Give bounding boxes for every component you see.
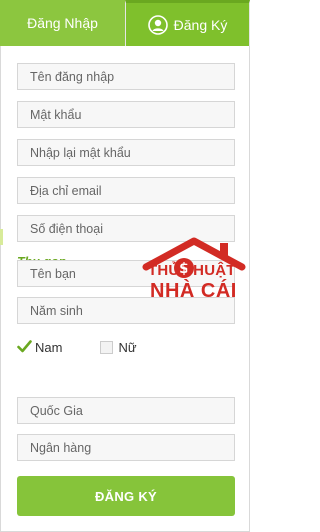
register-button[interactable]: ĐĂNG KÝ <box>17 476 235 516</box>
gender-options: Nam Nữ <box>17 338 137 356</box>
tab-login[interactable]: Đăng Nhập <box>0 0 125 46</box>
password-input[interactable] <box>17 101 235 128</box>
user-icon <box>147 14 168 35</box>
side-marker <box>0 229 3 245</box>
gender-male-checkbox[interactable] <box>17 339 32 354</box>
watermark-line-1: THỦ THUẬT <box>148 262 236 279</box>
bank-input[interactable] <box>17 434 235 461</box>
gender-male-label: Nam <box>35 339 63 355</box>
auth-tabs: Đăng Nhập Đăng Ký <box>0 0 250 46</box>
country-input[interactable] <box>17 397 235 424</box>
watermark-line-2: NHÀ CÁI <box>150 280 237 302</box>
gender-female-label: Nữ <box>118 339 137 355</box>
email-input[interactable] <box>17 177 235 204</box>
tab-login-label: Đăng Nhập <box>27 15 98 31</box>
tab-register[interactable]: Đăng Ký <box>125 0 250 46</box>
check-icon <box>17 339 32 352</box>
confirm-password-input[interactable] <box>17 139 235 166</box>
tab-register-label: Đăng Ký <box>173 16 228 33</box>
username-input[interactable] <box>17 63 235 90</box>
gender-female-checkbox[interactable] <box>100 340 114 354</box>
